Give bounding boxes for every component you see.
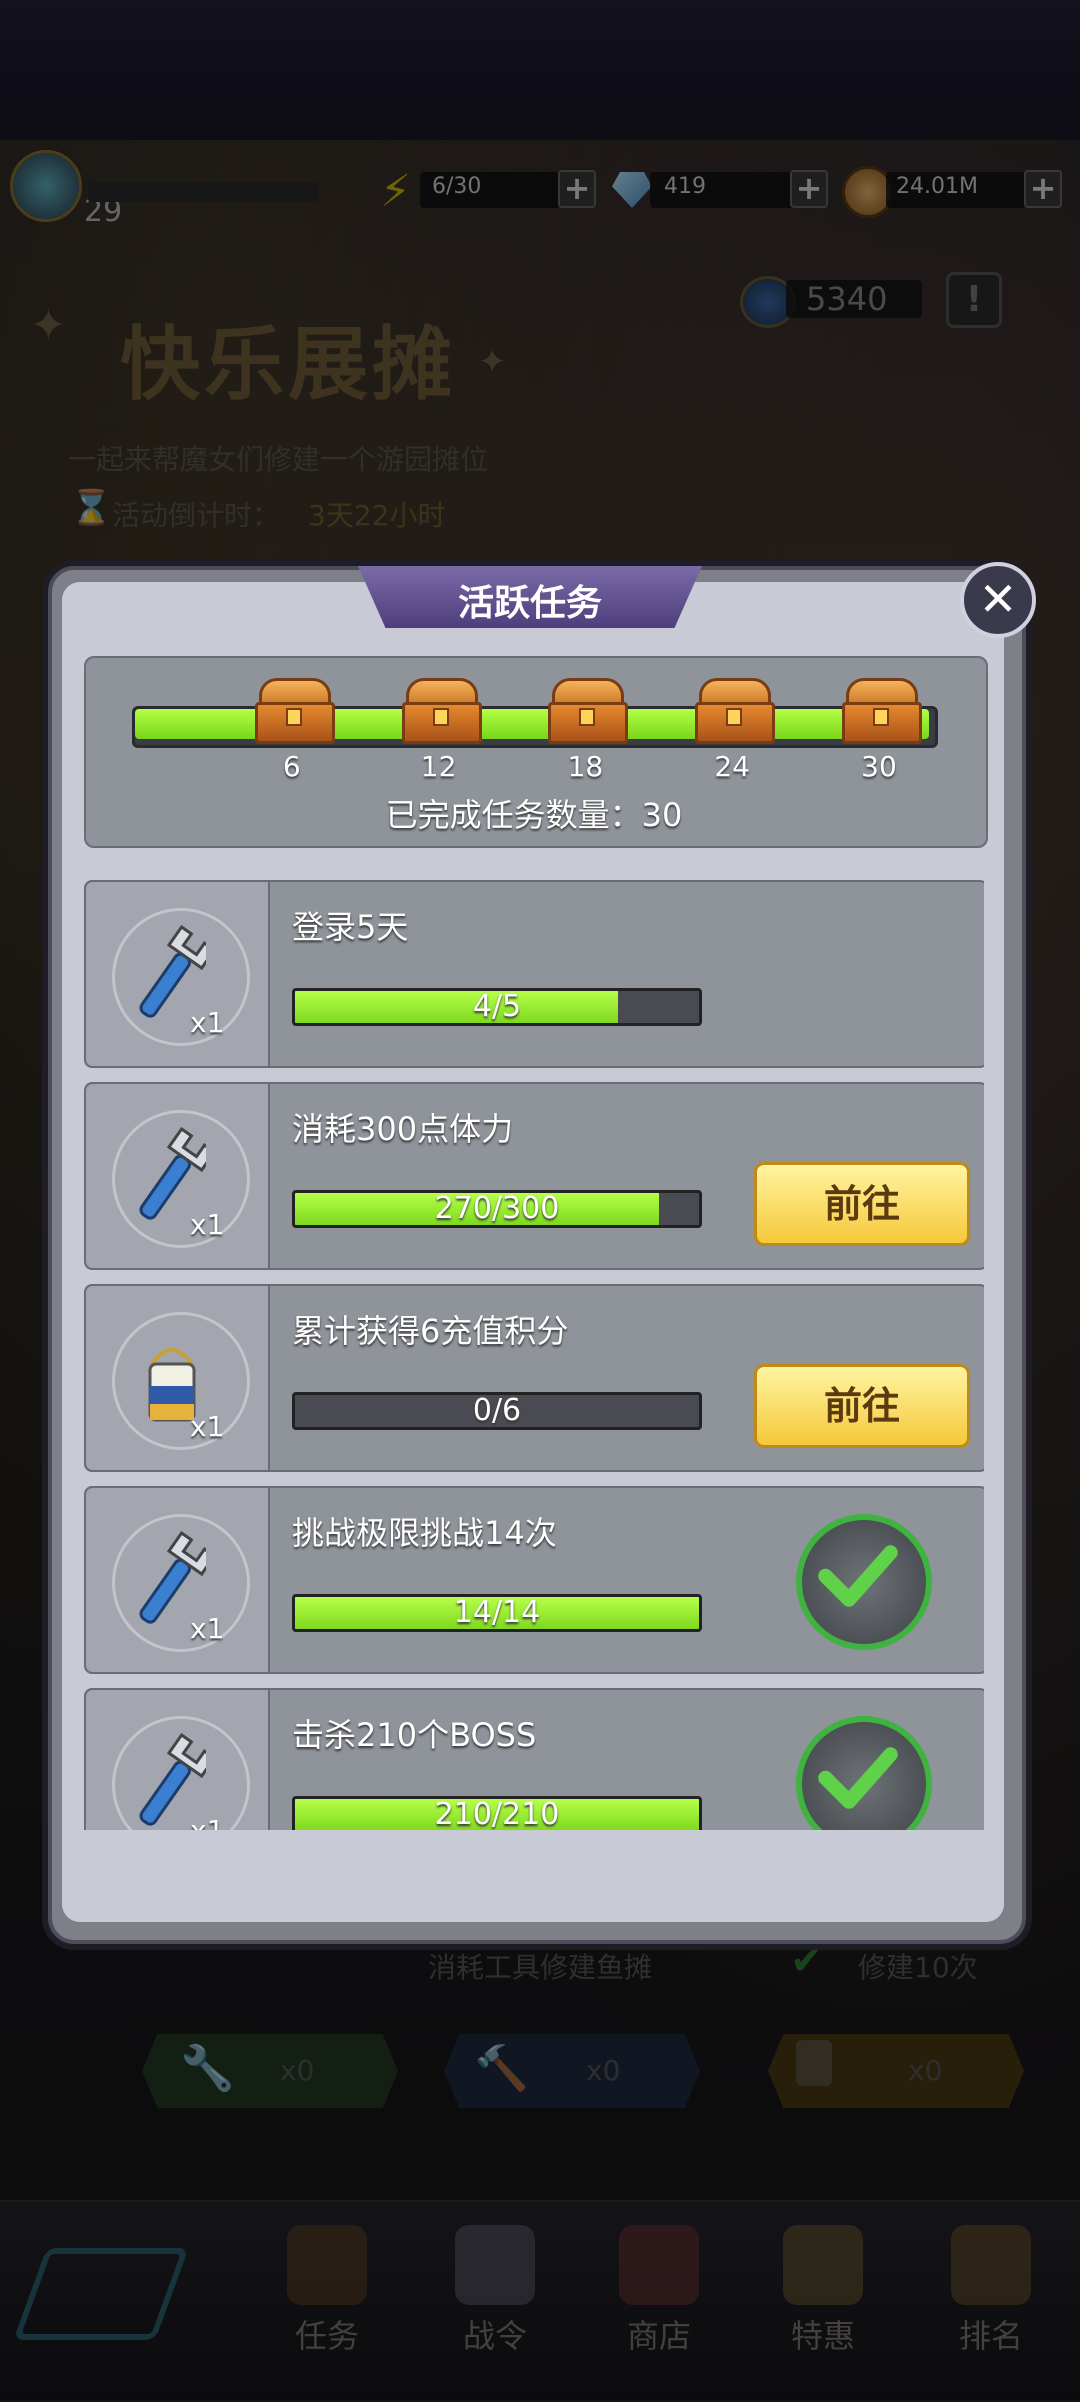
reward-box: x1 [86,1690,270,1830]
treasure-chest-icon[interactable] [840,678,922,744]
reward-box: x1 [86,1084,270,1268]
reward-count: x1 [190,1814,224,1830]
go-button[interactable]: 前往 [754,1162,970,1246]
task-progress-text: 0/6 [472,1393,522,1428]
treasure-chest-icon[interactable] [546,678,629,744]
task-progress-bar: 210/210 [292,1796,702,1830]
treasure-chest-icon[interactable] [253,678,335,744]
task-progress-bar: 4/5 [292,988,702,1026]
task-row: x1 消耗300点体力 270/300 前往 [84,1082,984,1270]
task-name: 登录5天 [292,908,409,946]
reward-box: x1 [86,1286,270,1470]
task-list[interactable]: x1 登录5天 4/5 x1 消耗300点体力 270/300 前往 x1 累计… [84,880,984,1830]
task-progress-bar: 14/14 [292,1594,702,1632]
reward-count: x1 [190,1208,225,1241]
treasure-chest-icon[interactable] [400,678,482,744]
task-name: 击杀210个BOSS [292,1716,537,1754]
task-name: 挑战极限挑战14次 [292,1514,557,1552]
milestone-label: 6 [282,750,301,783]
treasure-chest-icon[interactable] [693,678,776,744]
milestone-label: 12 [420,750,457,783]
task-progress-bar: 270/300 [292,1190,702,1228]
completed-check-icon [796,1514,932,1650]
milestone-label: 24 [714,750,750,783]
task-name: 累计获得6充值积分 [292,1312,569,1350]
completed-check-icon [796,1716,932,1830]
modal-title: 活跃任务 [457,583,602,624]
task-row: x1 挑战极限挑战14次 14/14 [84,1486,984,1674]
reward-count: x1 [190,1006,225,1039]
task-progress-text: 270/300 [434,1191,560,1226]
task-row: x1 累计获得6充值积分 0/6 前往 [84,1284,984,1472]
milestone-label: 18 [567,750,604,783]
reward-count: x1 [190,1410,225,1443]
reward-box: x1 [86,882,270,1066]
task-progress-text: 14/14 [453,1595,541,1630]
task-row: x1 击杀210个BOSS 210/210 [84,1688,984,1830]
close-button[interactable]: ✕ [960,562,1036,638]
completed-count: 已完成任务数量：30 [385,796,683,834]
task-progress-text: 210/210 [434,1797,560,1830]
reward-count: x1 [190,1612,225,1645]
go-button[interactable]: 前往 [754,1364,970,1448]
task-row: x1 登录5天 4/5 [84,880,984,1068]
task-name: 消耗300点体力 [292,1110,514,1148]
milestone-label: 30 [861,750,897,783]
task-progress-text: 4/5 [472,989,522,1024]
task-progress-bar: 0/6 [292,1392,702,1430]
reward-box: x1 [86,1488,270,1672]
